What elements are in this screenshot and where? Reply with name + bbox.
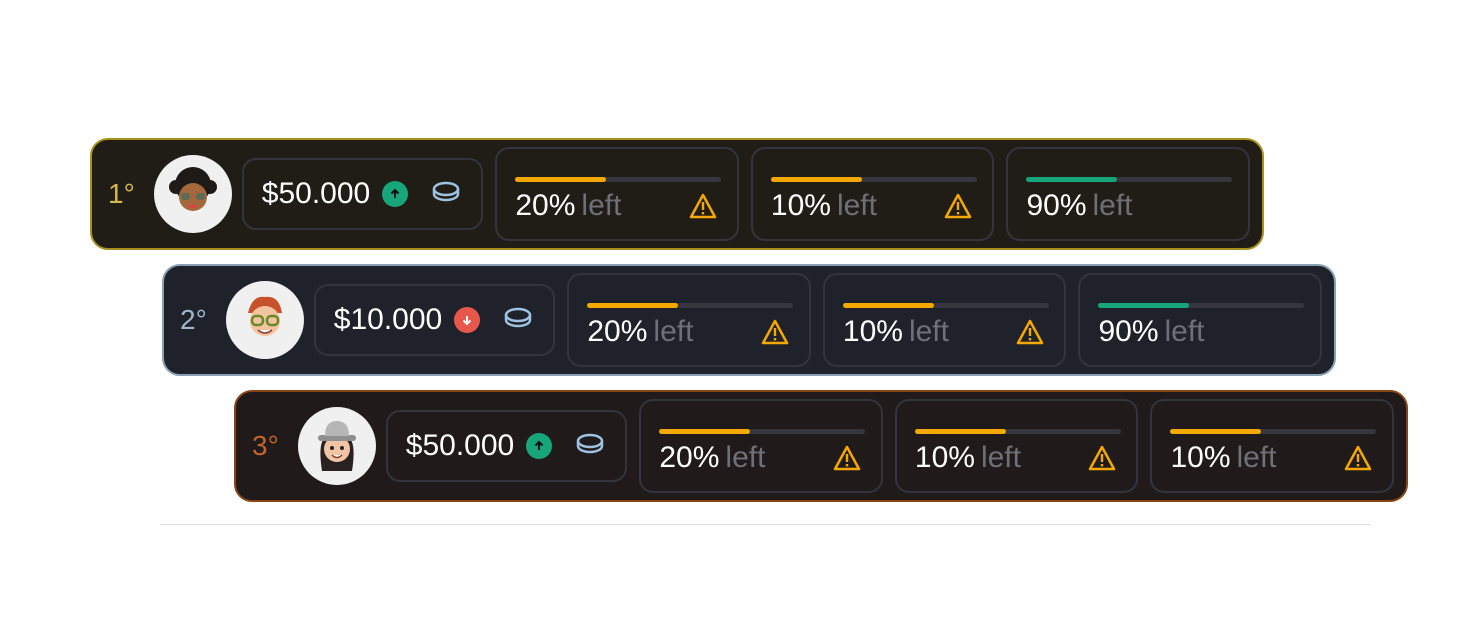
stat-value: 20% [515,189,576,222]
stat-card: 10% left [822,273,1067,367]
progress-track [914,429,1121,434]
stat-suffix: left [581,189,622,222]
stat-card: 20% left [495,147,739,241]
progress-fill [1170,429,1262,434]
progress-track [1026,177,1233,182]
warning-icon [945,193,972,219]
balance-box: $10.000 [313,284,556,356]
stat-card: 90% left [1078,273,1322,367]
stat-suffix: left [653,315,694,348]
stat-value: 20% [587,315,648,348]
stat-suffix: left [836,189,877,222]
progress-fill [842,303,934,308]
stat-value: 10% [770,189,831,222]
progress-fill [1026,177,1118,182]
stat-suffix: left [908,315,949,348]
stat-value: 10% [842,315,903,348]
progress-track [842,303,1049,308]
stat-suffix: left [1092,189,1133,222]
progress-fill [587,303,678,308]
warning-icon [1017,319,1044,345]
stat-value: 10% [914,441,975,474]
balance-amount: $50.000 [405,429,515,462]
stat-card: 20% left [567,273,811,367]
balance-amount: $50.000 [261,177,371,210]
leaderboard-row-1[interactable]: 1° $50.000 20% left 10% left 90% left [90,138,1264,250]
progress-track [770,177,977,182]
progress-track [659,429,866,434]
stat-card: 20% left [639,399,883,493]
leaderboard-row-3[interactable]: 3° $50.000 20% left 10% left 10% left [234,390,1408,502]
rank-label: 3° [252,430,279,461]
stat-suffix: left [1164,315,1205,348]
stat-suffix: left [980,441,1021,474]
coin-icon[interactable] [432,181,460,208]
avatar-icon [317,421,356,471]
avatar[interactable] [297,407,376,485]
rank-label: 1° [108,178,135,209]
warning-icon [689,193,717,219]
arrow-up-icon [526,433,553,459]
stat-value: 20% [659,441,720,474]
progress-track [587,303,794,308]
progress-track [1170,429,1377,434]
warning-icon [1344,445,1372,471]
stat-value: 90% [1026,189,1087,222]
avatar[interactable] [153,155,232,233]
progress-fill [659,429,750,434]
warning-icon [833,445,861,471]
stat-card: 10% left [750,147,995,241]
progress-fill [515,177,606,182]
progress-track [1098,303,1305,308]
stat-suffix: left [1236,441,1277,474]
balance-amount: $10.000 [333,303,443,336]
leaderboard-row-2[interactable]: 2° $10.000 20% left 10% left 90% left [162,264,1336,376]
avatar-icon [168,167,217,211]
balance-box: $50.000 [385,410,628,482]
avatar[interactable] [225,281,304,359]
balance-box: $50.000 [241,158,484,230]
coin-icon[interactable] [576,433,604,460]
stat-value: 10% [1170,441,1231,474]
arrow-down-icon [454,307,481,333]
stat-suffix: left [725,441,766,474]
progress-fill [1098,303,1190,308]
progress-track [515,177,722,182]
stat-card: 90% left [1006,147,1250,241]
avatar-icon [247,296,282,336]
warning-icon [761,319,789,345]
stat-card: 10% left [1150,399,1394,493]
arrow-up-icon [382,181,409,207]
divider [160,524,1370,525]
rank-label: 2° [180,304,207,335]
stat-card: 10% left [894,399,1139,493]
stat-value: 90% [1098,315,1159,348]
coin-icon[interactable] [504,307,532,334]
progress-fill [914,429,1006,434]
progress-fill [770,177,862,182]
warning-icon [1089,445,1116,471]
